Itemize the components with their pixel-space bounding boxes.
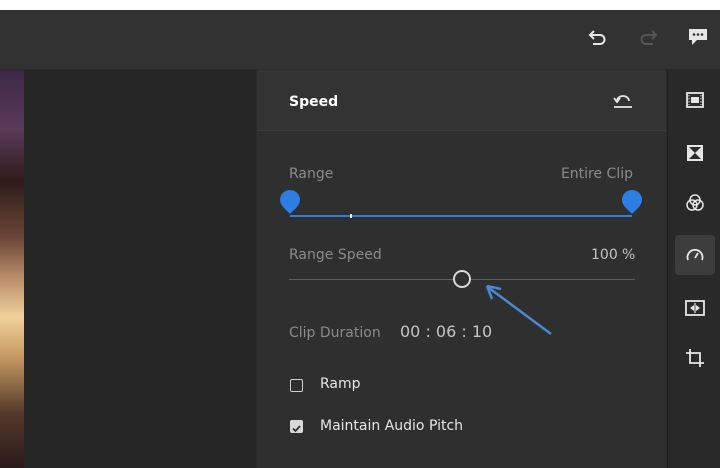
color-icon[interactable] — [681, 189, 709, 217]
panel-title: Speed — [289, 94, 339, 110]
ramp-checkbox[interactable] — [290, 379, 303, 392]
viewer-area — [24, 70, 256, 468]
panel-header: Speed — [257, 70, 666, 131]
transition-icon[interactable] — [681, 139, 709, 167]
checkmark-icon — [292, 425, 301, 433]
range-label: Range — [289, 166, 334, 182]
video-preview-strip — [0, 70, 24, 468]
audio-clip-icon[interactable] — [681, 294, 709, 322]
app-window: Speed Range Entire Clip Range Speed 100 … — [0, 10, 720, 468]
range-value: Entire Clip — [560, 166, 633, 182]
range-speed-unit: % — [622, 247, 636, 263]
range-speed-slider-handle[interactable] — [453, 270, 471, 288]
speed-icon[interactable] — [675, 235, 715, 275]
ramp-label: Ramp — [320, 376, 361, 392]
speed-panel: Speed Range Entire Clip Range Speed 100 … — [257, 70, 666, 468]
range-selector[interactable] — [277, 186, 647, 222]
range-speed-value: 100 — [591, 247, 618, 263]
range-speed-label: Range Speed — [289, 247, 382, 263]
crop-icon[interactable] — [681, 344, 709, 372]
comments-icon[interactable] — [685, 24, 711, 50]
undo-icon[interactable] — [584, 24, 610, 50]
maintain-audio-pitch-label: Maintain Audio Pitch — [320, 418, 464, 434]
top-toolbar — [0, 10, 720, 69]
clip-duration-label: Clip Duration — [289, 325, 381, 341]
clip-icon[interactable] — [681, 86, 709, 114]
maintain-audio-pitch-checkbox[interactable] — [290, 420, 303, 433]
clip-duration-value[interactable]: 00 : 06 : 10 — [400, 322, 492, 341]
redo-icon[interactable] — [636, 24, 662, 50]
right-tool-rail — [667, 70, 720, 468]
reset-icon[interactable] — [611, 92, 635, 112]
